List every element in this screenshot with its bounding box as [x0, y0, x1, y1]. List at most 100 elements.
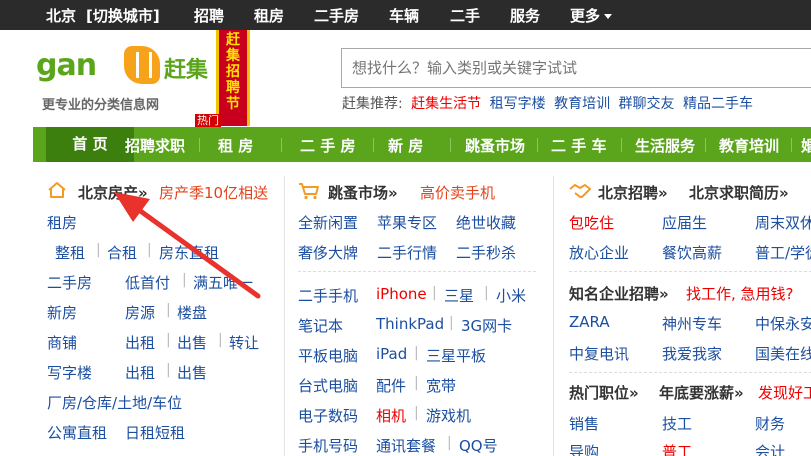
link-accountant[interactable]: 会计 [755, 441, 785, 456]
link-graduates[interactable]: 应届生 [662, 212, 707, 233]
topbar-link-services[interactable]: 服务 [510, 5, 540, 26]
link-laptops[interactable]: 笔记本 [298, 315, 343, 336]
link-workers-apprentices[interactable]: 普工/学徒 [755, 242, 811, 263]
link-flash-sale[interactable]: 二手秒杀 [456, 242, 516, 263]
switch-city-link[interactable]: [切换城市] [86, 5, 160, 26]
link-game-consoles[interactable]: 游戏机 [426, 405, 471, 426]
hot-jobs-promo[interactable]: 发现好工作 [758, 382, 811, 403]
section-title-flea-market[interactable]: 跳蚤市场» [328, 182, 398, 203]
link-new-house[interactable]: 新房 [47, 302, 77, 323]
link-desktops[interactable]: 台式电脑 [298, 375, 358, 396]
link-accessories[interactable]: 配件 [376, 375, 406, 396]
link-5i5j[interactable]: 我爱我家 [662, 343, 722, 364]
ganji-logo[interactable]: gan 赶集 [36, 46, 208, 86]
link-thinkpad[interactable]: ThinkPad [376, 315, 444, 333]
topbar-link-vehicles[interactable]: 车辆 [389, 5, 419, 26]
real-estate-promo[interactable]: 房产季10亿相送 [159, 182, 268, 203]
link-xiaomi[interactable]: 小米 [496, 285, 526, 306]
link-finance[interactable]: 财务 [755, 413, 785, 434]
link-sales[interactable]: 销售 [569, 413, 599, 434]
recommend-link-office-rent[interactable]: 租写字楼 [490, 96, 546, 112]
recommend-link-education[interactable]: 教育培训 [554, 96, 610, 112]
link-secondhand-house[interactable]: 二手房 [47, 272, 92, 293]
link-food-housing[interactable]: 包吃住 [569, 212, 614, 233]
link-electronics[interactable]: 电子数码 [298, 405, 358, 426]
link-shops-rent[interactable]: 出租 [125, 332, 155, 353]
section-title-resumes[interactable]: 北京求职简历» [689, 182, 789, 203]
topbar-link-jobs[interactable]: 招聘 [194, 5, 224, 26]
link-shops-transfer[interactable]: 转让 [229, 332, 259, 353]
link-apple-zone[interactable]: 苹果专区 [377, 212, 437, 233]
link-secondhand-prices[interactable]: 二手行情 [377, 242, 437, 263]
topbar-link-secondhand-house[interactable]: 二手房 [314, 5, 359, 26]
section-title-hot-jobs[interactable]: 热门职位» [569, 382, 639, 403]
link-factory-warehouse[interactable]: 厂房/仓库/土地/车位 [47, 392, 182, 413]
link-ucar[interactable]: 神州专车 [662, 313, 722, 334]
link-zhongfu-telecom[interactable]: 中复电讯 [569, 343, 629, 364]
link-collectibles[interactable]: 绝世收藏 [456, 212, 516, 233]
recruitment-festival-ribbon[interactable]: 赶集招聘节 热门 [195, 30, 250, 128]
link-used-phones[interactable]: 二手手机 [298, 285, 358, 306]
section-title-famous-companies[interactable]: 知名企业招聘» [569, 283, 669, 304]
nav-tab-education[interactable]: 教育培训 [719, 135, 779, 156]
recommend-link-life-festival[interactable]: 赶集生活节 [411, 96, 481, 112]
link-weekends-off[interactable]: 周末双休 [755, 212, 811, 233]
link-cameras[interactable]: 相机 [376, 405, 406, 426]
link-phone-numbers[interactable]: 手机号码 [298, 435, 358, 456]
nav-tab-home[interactable]: 首 页 [46, 127, 134, 162]
link-phone-plans[interactable]: 通讯套餐 [376, 435, 436, 456]
link-zara[interactable]: ZARA [569, 313, 610, 331]
link-rent[interactable]: 租房 [47, 212, 77, 233]
link-broadband[interactable]: 宽带 [426, 375, 456, 396]
link-shared-rent[interactable]: 合租 [107, 242, 137, 263]
link-office[interactable]: 写字楼 [47, 362, 92, 383]
link-samsung[interactable]: 三星 [444, 285, 474, 306]
nav-tab-secondhand-house[interactable]: 二 手 房 [300, 135, 355, 156]
link-general-worker[interactable]: 普工 [662, 441, 692, 456]
link-office-rent[interactable]: 出租 [125, 362, 155, 383]
link-tablets[interactable]: 平板电脑 [298, 345, 358, 366]
link-whole-rent[interactable]: 整租 [55, 242, 85, 263]
link-developments[interactable]: 楼盘 [177, 302, 207, 323]
link-qq-numbers[interactable]: QQ号 [459, 435, 498, 456]
link-shops-sale[interactable]: 出售 [177, 332, 207, 353]
topbar-more-menu[interactable]: 更多 [570, 5, 613, 26]
section-title-raise[interactable]: 年底要涨薪» [659, 382, 744, 403]
link-luxury-brands[interactable]: 奢侈大牌 [298, 242, 358, 263]
link-apartment-rent[interactable]: 公寓直租 [47, 422, 107, 443]
link-new-idle[interactable]: 全新闲置 [298, 212, 358, 233]
nav-tab-used-cars[interactable]: 二 手 车 [551, 135, 606, 156]
link-trusted-companies[interactable]: 放心企业 [569, 242, 629, 263]
search-input[interactable] [342, 49, 811, 87]
nav-tab-marriage[interactable]: 婚 [801, 135, 811, 156]
link-samsung-tablets[interactable]: 三星平板 [426, 345, 486, 366]
nav-tab-rent[interactable]: 租 房 [218, 135, 253, 156]
nav-tab-jobs[interactable]: 招聘求职 [125, 135, 185, 156]
link-gome-online[interactable]: 国美在线 [755, 343, 811, 364]
link-listings[interactable]: 房源 [125, 302, 155, 323]
link-technician[interactable]: 技工 [662, 413, 692, 434]
link-landlord-rent[interactable]: 房东直租 [159, 242, 219, 263]
flea-market-promo[interactable]: 高价卖手机 [420, 182, 495, 203]
link-low-downpayment[interactable]: 低首付 [125, 272, 170, 293]
link-iphone[interactable]: iPhone [376, 285, 427, 303]
nav-tab-new-house[interactable]: 新 房 [388, 135, 423, 156]
nav-tab-life-services[interactable]: 生活服务 [635, 135, 695, 156]
section-title-real-estate[interactable]: 北京房产» [78, 182, 148, 203]
link-shopping-guide[interactable]: 导购 [569, 441, 599, 456]
topbar-link-secondhand[interactable]: 二手 [450, 5, 480, 26]
section-title-jobs[interactable]: 北京招聘» [598, 182, 668, 203]
link-catering-high-pay[interactable]: 餐饮高薪 [662, 242, 722, 263]
link-shops[interactable]: 商铺 [47, 332, 77, 353]
recommend-link-used-cars[interactable]: 精品二手车 [683, 96, 753, 112]
topbar-link-rent[interactable]: 租房 [254, 5, 284, 26]
famous-companies-promo[interactable]: 找工作, 急用钱? [686, 283, 794, 304]
link-short-rent[interactable]: 日租短租 [125, 422, 185, 443]
recommend-link-group-chat[interactable]: 群聊交友 [619, 96, 675, 112]
link-five-year-unique[interactable]: 满五唯一 [193, 272, 253, 293]
link-3g-card[interactable]: 3G网卡 [461, 315, 512, 336]
link-zhongbao[interactable]: 中保永安 [755, 313, 811, 334]
link-ipad[interactable]: iPad [376, 345, 407, 363]
link-office-sale[interactable]: 出售 [177, 362, 207, 383]
nav-tab-flea-market[interactable]: 跳蚤市场 [465, 135, 525, 156]
